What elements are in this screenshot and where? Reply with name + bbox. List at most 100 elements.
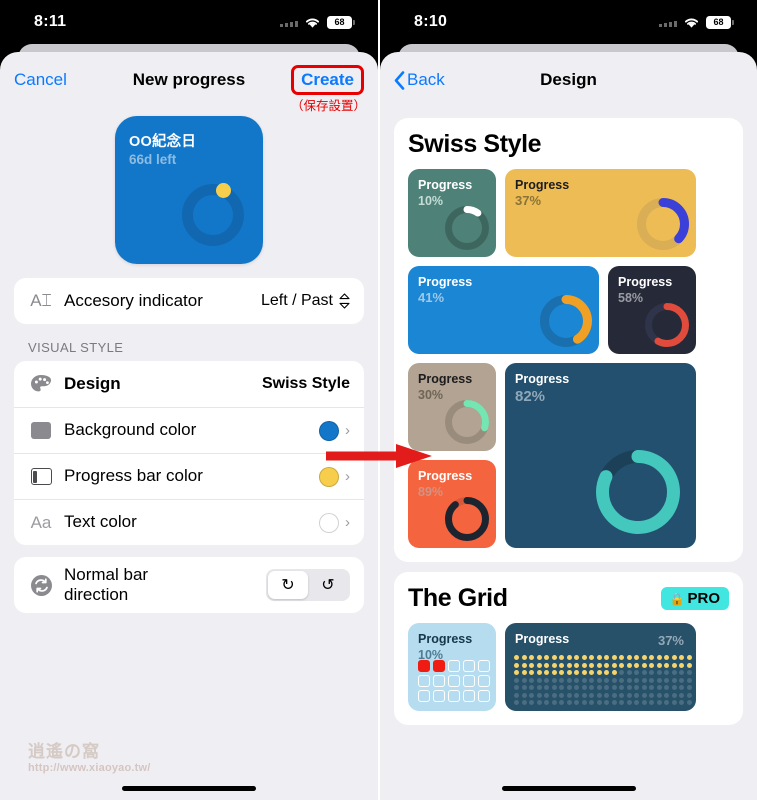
grid-dot — [686, 677, 692, 683]
chevron-right-icon: › — [345, 514, 350, 531]
tile-label: Progress — [515, 372, 570, 386]
grid-dot — [611, 662, 617, 668]
create-button[interactable]: Create — [301, 70, 354, 89]
design-tile[interactable]: Progress 10% — [408, 623, 496, 711]
cancel-button[interactable]: Cancel — [14, 70, 67, 90]
grid-dot — [671, 662, 677, 668]
tile-label: Progress — [618, 275, 673, 289]
design-tile[interactable]: Progress 41% — [408, 266, 599, 354]
design-tile[interactable]: Progress 37% — [505, 169, 696, 257]
grid-dot — [514, 700, 519, 705]
left-navbar: Cancel New progress Create （保存設置） — [0, 52, 378, 113]
grid-cell — [478, 660, 490, 672]
grid-dot — [664, 670, 669, 675]
grid-dot — [551, 662, 557, 668]
grid-dot — [559, 655, 564, 660]
bar-direction-segmented-control[interactable]: ↻ ↺ — [266, 569, 350, 602]
grid-dot — [611, 670, 617, 675]
clockwise-option[interactable]: ↻ — [268, 571, 308, 600]
background-color-swatch — [319, 420, 339, 441]
grid-dot — [619, 685, 624, 690]
tile-row: Progress 41% Progress 58% — [408, 266, 729, 354]
design-tile[interactable]: Progress 10% — [408, 169, 496, 257]
grid-dot — [686, 685, 692, 690]
grid-dot — [686, 700, 692, 705]
tile-label: Progress — [515, 178, 570, 192]
row-text-color[interactable]: Aa Text color › — [14, 499, 364, 545]
grid-dot — [626, 655, 632, 660]
row-progress-bar-color[interactable]: Progress bar color › — [14, 453, 364, 499]
row-bar-direction[interactable]: Normal bar direction ↻ ↺ — [14, 557, 364, 613]
design-tile[interactable]: Progress 37% — [505, 623, 696, 711]
design-value[interactable]: Swiss Style — [262, 375, 350, 393]
grid-dot — [671, 700, 677, 705]
grid-cell — [418, 675, 430, 687]
grid-dot — [634, 655, 639, 660]
wifi-icon — [305, 17, 320, 28]
create-highlight-box: Create — [291, 65, 364, 95]
tile-label: Progress — [418, 372, 473, 386]
back-button[interactable]: Back — [394, 70, 445, 90]
grid-dot — [641, 655, 647, 660]
grid-dot — [589, 662, 594, 668]
design-section-header: The Grid 🔒 PRO — [408, 584, 729, 613]
grid-dot — [559, 685, 564, 690]
grid-dot — [679, 662, 684, 668]
grid-cell — [448, 690, 460, 702]
grid-dot — [521, 685, 527, 690]
grid-dot — [544, 655, 549, 660]
design-tile[interactable]: Progress 30% — [408, 363, 496, 451]
row-accessory-indicator[interactable]: A⌶ Accesory indicator Left / Past — [14, 278, 364, 324]
grid-dot — [619, 677, 624, 683]
grid-dot — [686, 655, 692, 660]
accessory-indicator-value[interactable]: Left / Past — [261, 292, 350, 310]
grid-cell — [463, 675, 475, 687]
background-color-value[interactable]: › — [319, 420, 350, 441]
progress-bar-color-value[interactable]: › — [319, 466, 350, 487]
tile-row: Progress 30% Progress 89% Progress 82% — [408, 363, 729, 548]
grid-dot — [671, 685, 677, 690]
row-background-color[interactable]: Background color › — [14, 407, 364, 453]
refresh-circle-icon — [28, 574, 54, 597]
grid-dot — [589, 692, 594, 698]
grid-dot — [514, 677, 519, 683]
grid-dot — [634, 685, 639, 690]
grid-dot — [686, 692, 692, 698]
grid-dot — [529, 655, 534, 660]
progress-ring — [540, 295, 592, 347]
grid-dot — [679, 700, 684, 705]
design-tile[interactable]: Progress 82% — [505, 363, 696, 548]
grid-dot — [529, 670, 534, 675]
grid-dot — [566, 700, 572, 705]
grid-dot — [529, 692, 534, 698]
row-design[interactable]: Design Swiss Style — [14, 361, 364, 407]
grid-dot — [589, 677, 594, 683]
grid-dot — [514, 662, 519, 668]
left-status-bar: 8:11 68 — [0, 0, 378, 44]
grid-dot — [521, 677, 527, 683]
design-section-title: Swiss Style — [408, 130, 542, 158]
grid-dot — [514, 655, 519, 660]
grid-dot — [604, 685, 609, 690]
grid-dot — [521, 670, 527, 675]
pro-badge[interactable]: 🔒 PRO — [660, 587, 729, 610]
grid-dot — [559, 670, 564, 675]
grid-dot — [596, 655, 602, 660]
tile-label: Progress — [418, 275, 473, 289]
status-indicators: 68 — [280, 15, 355, 29]
grid-dot — [536, 685, 542, 690]
watermark-badge: 逍遙の窩 — [28, 742, 100, 761]
grid-dot — [544, 670, 549, 675]
progress-bar-color-label: Progress bar color — [64, 466, 203, 486]
counter-clockwise-option[interactable]: ↺ — [308, 571, 348, 599]
widget-progress-dot — [216, 183, 231, 198]
design-section: Swiss Style Progress 10% Progress 37% Pr… — [394, 118, 743, 562]
text-color-value[interactable]: › — [319, 512, 350, 533]
grid-dot — [611, 655, 617, 660]
widget-preview-row: OO紀念日 66d left — [0, 108, 378, 278]
grid-dot — [604, 692, 609, 698]
design-value-text: Swiss Style — [261, 375, 350, 392]
design-tile[interactable]: Progress 89% — [408, 460, 496, 548]
design-tile[interactable]: Progress 58% — [608, 266, 696, 354]
grid-dot — [596, 700, 602, 705]
